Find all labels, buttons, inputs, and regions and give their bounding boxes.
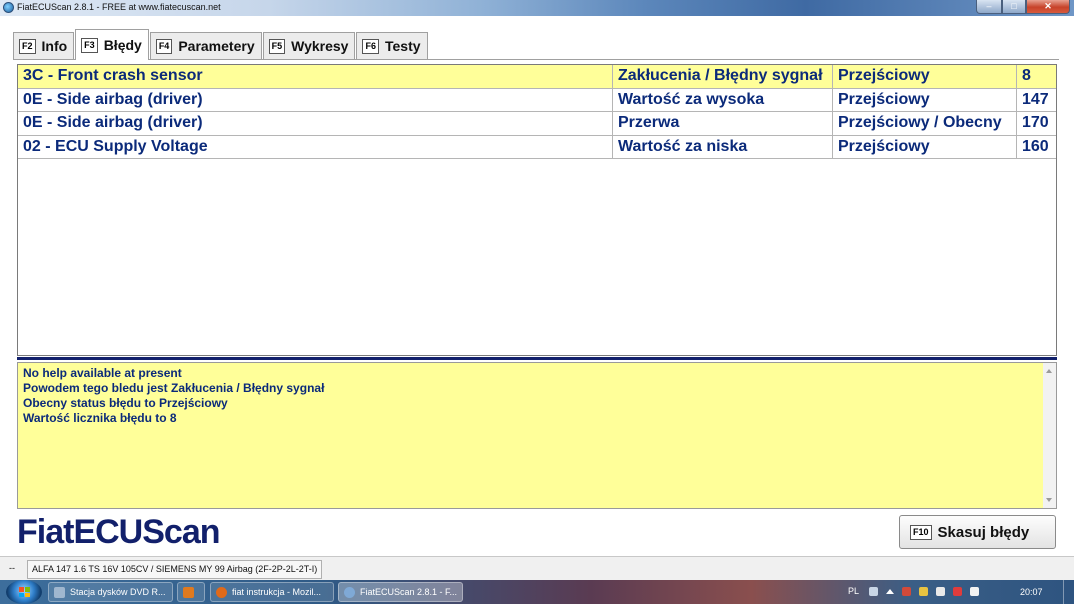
- fault-code: 02 - ECU Supply Voltage: [18, 135, 613, 158]
- fault-type: Wartość za niska: [613, 135, 833, 158]
- fault-code: 0E - Side airbag (driver): [18, 88, 613, 111]
- fault-status: Przejściowy: [833, 135, 1017, 158]
- app-icon: [3, 2, 14, 13]
- help-line: Powodem tego bledu jest Zakłucenia / Błę…: [23, 381, 325, 395]
- power-icon[interactable]: [919, 586, 929, 596]
- window-controls: – □ ✕: [976, 0, 1070, 14]
- table-row[interactable]: 0E - Side airbag (driver) Wartość za wys…: [18, 88, 1056, 112]
- status-bar: -- ALFA 147 1.6 TS 16V 105CV / SIEMENS M…: [0, 556, 1074, 580]
- network-icon[interactable]: [953, 586, 963, 596]
- tab-baseline: [13, 59, 1059, 60]
- panel-divider[interactable]: [17, 357, 1057, 360]
- title-bar: FiatECUScan 2.8.1 - FREE at www.fiatecus…: [0, 0, 1074, 16]
- tab-label: Testy: [384, 38, 421, 54]
- taskbar-item-media[interactable]: [177, 582, 205, 602]
- taskbar-item-fiatecuscan[interactable]: FiatECUScan 2.8.1 - F...: [338, 582, 463, 602]
- help-text: No help available at present Powodem teg…: [23, 366, 324, 426]
- taskbar-item-dvd[interactable]: Stacja dysków DVD R...: [48, 582, 173, 602]
- keyboard-icon[interactable]: [869, 586, 879, 596]
- fault-count: 170: [1022, 114, 1049, 131]
- app-logo: FiatECUScan: [17, 513, 220, 551]
- fkey-badge: F2: [19, 38, 36, 54]
- fkey-badge: F3: [81, 37, 98, 53]
- scroll-up-icon[interactable]: [1046, 369, 1052, 373]
- close-button[interactable]: ✕: [1026, 0, 1070, 14]
- fault-code: 0E - Side airbag (driver): [18, 112, 613, 135]
- help-line: Wartość licznika błędu to 8: [23, 411, 177, 425]
- language-indicator[interactable]: PL: [848, 586, 859, 596]
- help-scrollbar[interactable]: [1043, 363, 1056, 508]
- drive-icon: [54, 586, 65, 598]
- fkey-badge: F4: [155, 38, 173, 54]
- status-indicator: --: [9, 563, 15, 573]
- fkey-badge: F6: [362, 38, 379, 54]
- minimize-button[interactable]: –: [976, 0, 1002, 14]
- clear-faults-label: Skasuj błędy: [937, 523, 1030, 541]
- app-icon: [344, 586, 355, 598]
- taskbar: Stacja dysków DVD R... fiat instrukcja -…: [0, 580, 1074, 604]
- start-button[interactable]: [6, 580, 42, 604]
- taskbar-item-label: Stacja dysków DVD R...: [70, 587, 166, 597]
- shield-icon[interactable]: [902, 586, 912, 596]
- media-icon: [183, 586, 194, 598]
- fault-status: Przejściowy / Obecny: [833, 112, 1017, 135]
- battery-icon[interactable]: [936, 586, 946, 596]
- window-title: FiatECUScan 2.8.1 - FREE at www.fiatecus…: [17, 2, 221, 12]
- help-panel[interactable]: No help available at present Powodem teg…: [17, 362, 1057, 509]
- fkey-badge: F5: [268, 38, 286, 54]
- speaker-icon[interactable]: [970, 586, 980, 596]
- clear-faults-button[interactable]: F10 Skasuj błędy: [899, 515, 1056, 549]
- table-row[interactable]: 3C - Front crash sensor Zakłucenia / Błę…: [18, 65, 1056, 89]
- fault-table: 3C - Front crash sensor Zakłucenia / Błę…: [17, 64, 1057, 356]
- table-row[interactable]: 02 - ECU Supply Voltage Wartość za niska…: [18, 135, 1056, 159]
- fault-status: Przejściowy: [833, 88, 1017, 111]
- fault-code: 3C - Front crash sensor: [18, 65, 613, 88]
- tab-label: Parametery: [178, 38, 255, 54]
- tab-parametery[interactable]: F4 Parametery: [149, 32, 262, 59]
- fault-status: Przejściowy: [833, 65, 1017, 88]
- tab-wykresy[interactable]: F5 Wykresy: [262, 32, 356, 59]
- show-desktop-button[interactable]: [1063, 580, 1074, 604]
- tab-info[interactable]: F2 Info: [13, 32, 75, 59]
- maximize-button[interactable]: □: [1002, 0, 1026, 14]
- table-row[interactable]: 0E - Side airbag (driver) Przerwa Przejś…: [18, 112, 1056, 136]
- fault-count: 147: [1022, 90, 1049, 108]
- firefox-icon: [216, 586, 227, 598]
- taskbar-item-firefox[interactable]: fiat instrukcja - Mozil...: [210, 582, 334, 602]
- taskbar-item-label: fiat instrukcja - Mozil...: [232, 587, 322, 597]
- windows-logo-icon: [19, 587, 30, 597]
- tab-label: Wykresy: [291, 38, 349, 54]
- taskbar-item-label: FiatECUScan 2.8.1 - F...: [360, 587, 458, 597]
- system-tray: PL: [848, 586, 987, 596]
- clock[interactable]: 20:07: [1020, 587, 1043, 597]
- fkey-badge: F10: [910, 524, 932, 540]
- tab-testy[interactable]: F6 Testy: [356, 32, 428, 59]
- help-line: Obecny status błędu to Przejściowy: [23, 396, 228, 410]
- tab-strip: F2 Info F3 Błędy F4 Parametery F5 Wykres…: [13, 28, 429, 60]
- tab-label: Info: [41, 38, 68, 54]
- fault-type: Wartość za wysoka: [613, 88, 833, 111]
- fault-type: Przerwa: [613, 112, 833, 135]
- chevron-up-icon[interactable]: [886, 588, 895, 594]
- fault-type: Zakłucenia / Błędny sygnał: [613, 65, 833, 88]
- tab-bledy[interactable]: F3 Błędy: [75, 29, 149, 60]
- vehicle-info: ALFA 147 1.6 TS 16V 105CV / SIEMENS MY 9…: [27, 560, 323, 579]
- fault-count: 8: [1022, 67, 1031, 84]
- fault-count: 160: [1022, 137, 1049, 155]
- scroll-down-icon[interactable]: [1046, 498, 1052, 502]
- help-line: No help available at present: [23, 366, 182, 380]
- tab-label: Błędy: [103, 37, 142, 53]
